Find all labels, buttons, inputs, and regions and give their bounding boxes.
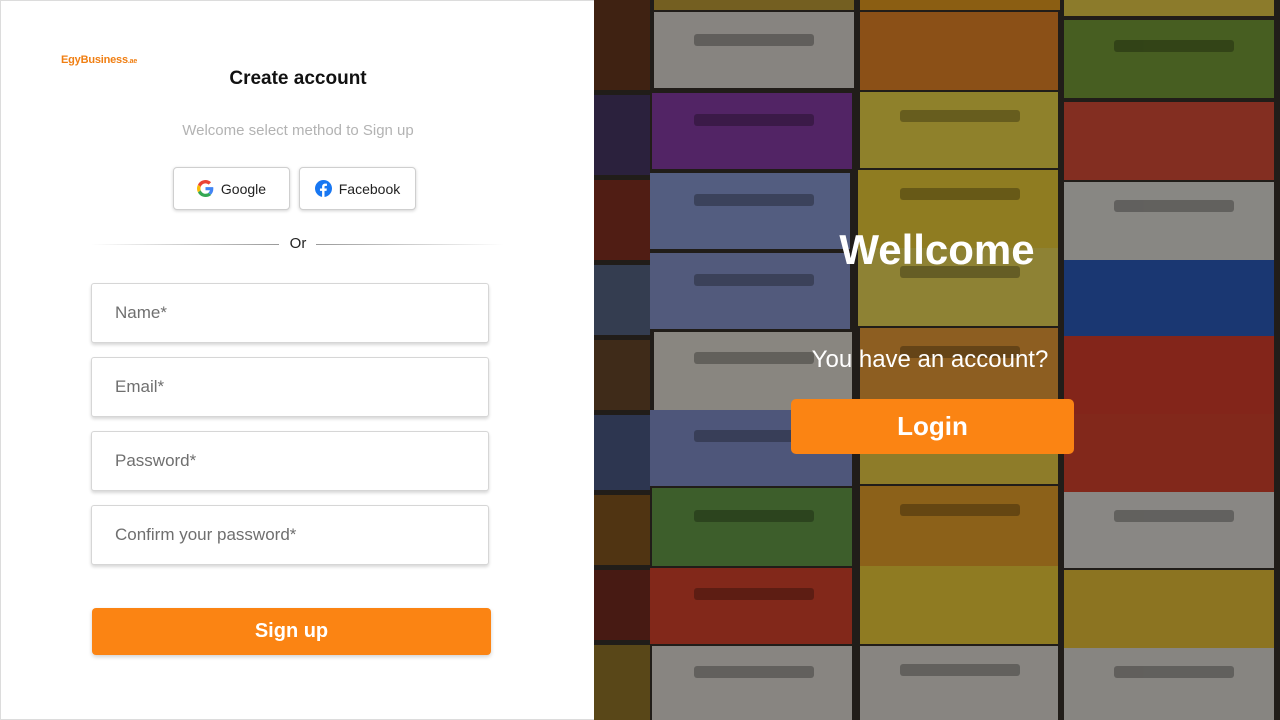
welcome-heading: Wellcome [839,226,1035,273]
page-title: Create account [229,68,367,89]
divider-left [91,244,279,245]
brand-logo[interactable]: EgyBusiness.ae [61,54,137,66]
google-label: Google [220,180,267,197]
divider-right [316,244,504,245]
signup-button[interactable]: Sign up [92,608,491,655]
confirm-password-field[interactable] [91,505,489,565]
login-button[interactable]: Login [791,399,1074,454]
google-icon [196,180,214,197]
email-field[interactable] [91,357,489,417]
password-field[interactable] [91,431,489,491]
divider-or: Or [289,235,307,252]
account-question: You have an account? [811,346,1049,373]
facebook-icon [314,180,332,197]
facebook-signup-button[interactable]: Facebook [299,167,416,210]
google-signup-button[interactable]: Google [173,167,290,210]
signup-panel: EgyBusiness.ae Create account Welcome se… [0,0,594,720]
name-field[interactable] [91,283,489,343]
logo-suffix: .ae [127,58,138,65]
facebook-label: Facebook [338,180,401,197]
signup-subtitle: Welcome select method to Sign up [182,122,414,139]
logo-main: EgyBusiness [61,54,128,66]
welcome-panel: Wellcome You have an account? Login [594,0,1280,720]
